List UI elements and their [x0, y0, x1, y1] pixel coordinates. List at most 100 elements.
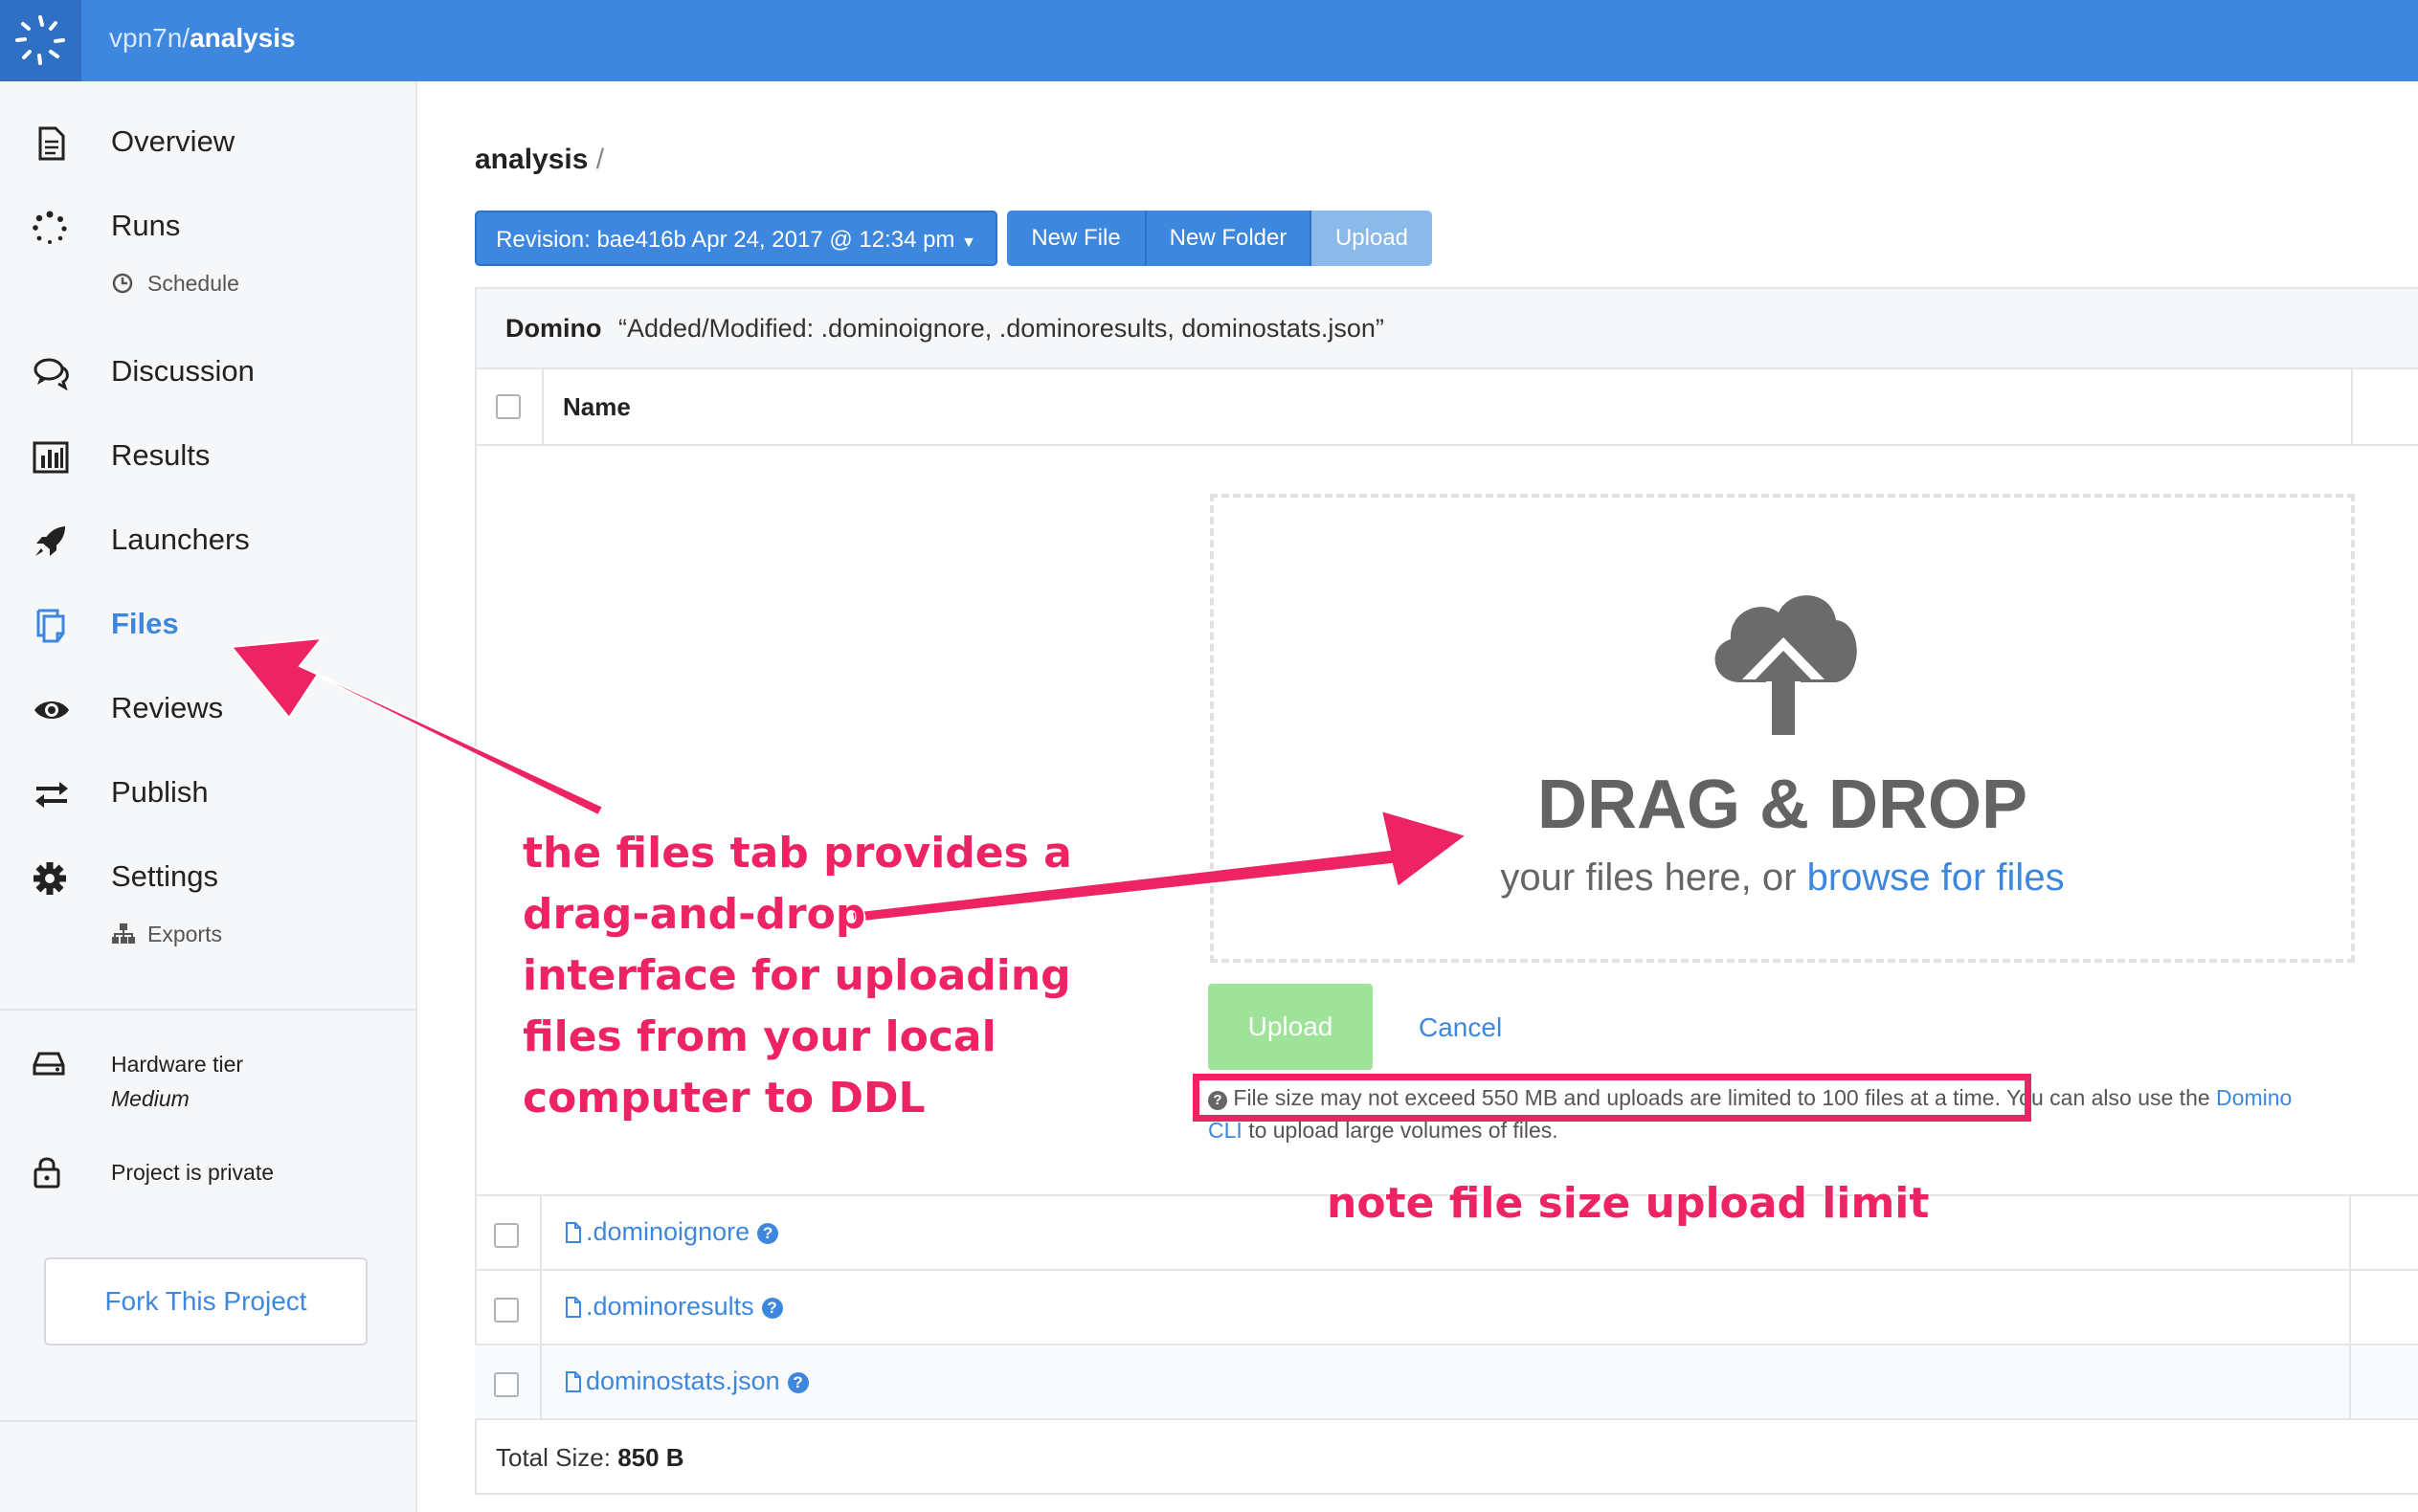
total-size: Total Size: 850 B	[496, 1443, 684, 1473]
file-link[interactable]: .dominoignore?	[565, 1217, 779, 1247]
chat-icon	[34, 358, 69, 390]
sidebar-item-results[interactable]: Results	[0, 427, 415, 484]
sidebar-item-discussion[interactable]: Discussion	[0, 343, 415, 400]
file-link[interactable]: .dominoresults?	[565, 1292, 783, 1322]
cancel-link[interactable]: Cancel	[1419, 1012, 1502, 1043]
arrows-exchange-icon	[35, 782, 68, 808]
sidebar-item-overview[interactable]: Overview	[0, 113, 415, 170]
eye-icon	[34, 701, 69, 719]
column-divider	[2349, 1345, 2351, 1420]
clock-icon	[112, 273, 133, 294]
domino-logo[interactable]	[0, 0, 81, 81]
upload-limit-note-line2: CLI to upload large volumes of files.	[1208, 1118, 1558, 1144]
sidebar: Overview Runs Schedule Discussion Result…	[0, 81, 417, 1512]
sidebar-item-label: Overview	[111, 124, 235, 158]
table-row[interactable]: .dominoresults?	[475, 1269, 2418, 1345]
sidebar-item-reviews[interactable]: Reviews	[0, 679, 415, 737]
new-file-button[interactable]: New File	[1007, 211, 1147, 266]
upload-button[interactable]: Upload	[1208, 984, 1373, 1070]
fork-project-button[interactable]: Fork This Project	[44, 1257, 368, 1345]
select-all-checkbox[interactable]	[496, 394, 521, 419]
bar-chart-icon	[33, 441, 69, 474]
lock-icon	[34, 1157, 60, 1189]
help-icon[interactable]: ?	[757, 1223, 779, 1244]
sidebar-item-label: Publish	[111, 775, 209, 809]
row-checkbox[interactable]	[494, 1372, 519, 1397]
commit-author: Domino	[505, 314, 602, 343]
file-icon	[566, 1222, 581, 1243]
cloud-upload-icon	[1714, 595, 1857, 735]
hardware-tier-value: Medium	[111, 1086, 190, 1111]
owner-link[interactable]: vpn7n/	[109, 23, 190, 53]
revision-dropdown[interactable]: Revision: bae416b Apr 24, 2017 @ 12:34 p…	[475, 211, 997, 266]
table-header: Name	[477, 367, 2418, 446]
total-size-value: 850 B	[617, 1443, 684, 1472]
file-name: .dominoignore	[586, 1217, 750, 1246]
help-icon[interactable]: ?	[787, 1372, 809, 1393]
table-row[interactable]: dominostats.json?	[475, 1344, 2418, 1420]
column-divider	[540, 1271, 542, 1345]
new-folder-button[interactable]: New Folder	[1147, 211, 1311, 266]
sidebar-item-label: Settings	[111, 859, 219, 893]
sidebar-item-label: Discussion	[111, 354, 255, 388]
caret-down-icon: ▼	[961, 234, 976, 251]
document-icon	[38, 126, 65, 161]
total-size-label: Total Size:	[496, 1443, 611, 1472]
exports-label: Exports	[147, 922, 222, 946]
column-divider	[540, 1196, 542, 1271]
folder-name[interactable]: analysis	[475, 144, 588, 175]
latest-commit: Domino “Added/Modified: .dominoignore, .…	[477, 289, 2418, 369]
row-checkbox[interactable]	[494, 1298, 519, 1323]
column-divider	[2351, 367, 2353, 444]
dropzone-title: DRAG & DROP	[1536, 767, 2027, 843]
sidebar-item-label: Results	[111, 438, 211, 472]
hardware-tier-label: Hardware tier	[111, 1052, 244, 1077]
file-name: dominostats.json	[586, 1367, 780, 1395]
table-bottom-border	[475, 1418, 2418, 1420]
privacy-label: Project is private	[111, 1160, 275, 1185]
sidebar-item-label: Reviews	[111, 691, 224, 724]
sidebar-item-label: Runs	[111, 209, 181, 242]
sidebar-item-label: Files	[111, 607, 179, 640]
rocket-icon	[35, 526, 65, 556]
sidebar-item-runs[interactable]: Runs	[0, 197, 415, 255]
folder-path: analysis /	[475, 144, 604, 176]
file-name: .dominoresults	[586, 1292, 754, 1321]
schedule-label: Schedule	[147, 271, 239, 296]
dropzone-subtitle: your files here, or browse for files	[1214, 856, 2351, 900]
browse-files-link[interactable]: browse for files	[1807, 856, 2065, 899]
project-breadcrumb[interactable]: vpn7n/analysis	[109, 23, 296, 54]
dropzone-subtitle-text: your files here, or	[1500, 856, 1797, 899]
revision-label: Revision: bae416b Apr 24, 2017 @ 12:34 p…	[496, 227, 955, 253]
row-checkbox[interactable]	[494, 1223, 519, 1248]
column-divider	[2349, 1196, 2351, 1271]
sitemap-icon	[112, 923, 135, 944]
sidebar-item-files[interactable]: Files	[0, 595, 415, 653]
gear-icon	[34, 862, 66, 895]
domino-cli-link[interactable]: Domino	[2216, 1085, 2292, 1110]
sidebar-item-publish[interactable]: Publish	[0, 764, 415, 821]
hard-drive-icon	[33, 1052, 65, 1076]
sidebar-divider	[0, 1420, 415, 1422]
upload-toggle-button[interactable]: Upload	[1311, 211, 1432, 266]
sidebar-item-label: Launchers	[111, 523, 250, 556]
top-bar: vpn7n/analysis	[0, 0, 2418, 81]
file-icon	[566, 1371, 581, 1392]
column-divider	[540, 1345, 542, 1420]
annotation-note: note file size upload limit	[1327, 1179, 1930, 1228]
spinner-icon	[33, 211, 67, 244]
sidebar-item-launchers[interactable]: Launchers	[0, 511, 415, 568]
file-actions-group: New File New Folder Upload	[1007, 211, 1432, 266]
name-column-header[interactable]: Name	[563, 392, 631, 422]
sidebar-item-settings[interactable]: Settings	[0, 848, 415, 905]
annotation-highlight-box	[1193, 1074, 2031, 1122]
logo-icon	[15, 15, 65, 65]
help-icon[interactable]: ?	[761, 1298, 783, 1319]
file-link[interactable]: dominostats.json?	[565, 1367, 809, 1396]
project-name[interactable]: analysis	[190, 23, 296, 53]
column-divider	[542, 367, 544, 444]
commit-message: “Added/Modified: .dominoignore, .dominor…	[618, 314, 1384, 343]
column-divider	[2349, 1271, 2351, 1345]
file-icon	[566, 1297, 581, 1318]
drag-drop-zone[interactable]: DRAG & DROP your files here, or browse f…	[1210, 494, 2355, 963]
